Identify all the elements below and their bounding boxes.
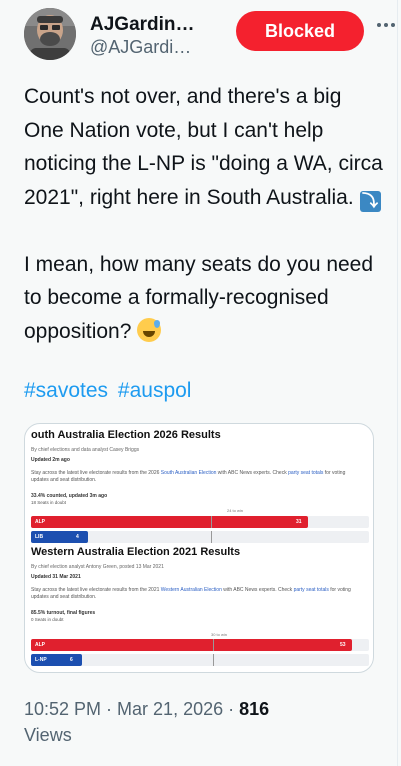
sa-bar-alp-value: 31 [296,519,302,525]
wa-seat-totals-link: party seat totals [293,587,329,593]
avatar-photo [24,8,76,60]
sweat-smile-emoji-icon [137,317,162,342]
author-name[interactable]: AJGardin… [90,14,195,36]
tweet-text-part2: I mean, how many seats do you need to be… [24,252,374,343]
wa-results-title: Western Australia Election 2021 Results [31,546,241,558]
sa-results-panel: outh Australia Election 2026 Results By … [31,424,369,543]
more-horizontal-icon[interactable] [374,14,398,38]
sa-bar-lib: LIB 4 [31,531,369,543]
sa-bar-alp: ALP 31 [31,516,369,528]
arrow-down-emoji-icon: ⤵ [359,190,381,212]
wa-byline: By chief election analyst Antony Green, … [31,564,164,570]
sa-byline: By chief elections and data analyst Case… [31,447,140,453]
blocked-button[interactable]: Blocked [236,11,364,51]
wa-bar-lnp-value: 6 [70,657,73,663]
wa-desc-text-2: with ABC News experts. Check [221,587,294,593]
sa-win-label: 24 to win [227,508,244,513]
sa-majority-line-2 [211,531,212,543]
sa-bar-alp-fill [31,516,308,528]
tweet-text-part1: Count's not over, and there's a big One … [24,85,383,209]
wa-results-panel: Western Australia Election 2021 Results … [31,546,369,666]
wa-bar-alp-fill [31,639,352,651]
views-label: Views [24,725,72,745]
sa-bar-alp-party: ALP [35,519,45,525]
tweet-footer: 10:52 PM · Mar 21, 2026 · 816 Views [24,696,384,748]
sa-updated: Updated 2m ago [31,457,70,463]
tweet-image[interactable]: outh Australia Election 2026 Results By … [24,423,374,673]
wa-bar-lnp-party: L-NP [35,657,47,663]
sa-desc-text-2: with ABC News experts. Check [216,470,289,476]
timeline-border [397,0,398,766]
hashtag-savotes[interactable]: #savotes [24,379,108,402]
sa-description: Stay across the latest live electorate r… [31,470,361,484]
views-count: 816 [239,699,270,719]
wa-bar-alp: ALP 53 [31,639,369,651]
wa-counted: 85.5% turnout, final figures [31,610,96,616]
wa-description: Stay across the latest live electorate r… [31,587,361,601]
timestamp[interactable]: 10:52 PM · Mar 21, 2026 · [24,699,239,719]
wa-majority-line [213,639,214,651]
tweet-header: AJGardin… @AJGardi… Blocked [24,4,395,64]
sa-seat-totals-link: party seat totals [288,470,324,476]
hashtag-auspol[interactable]: #auspol [118,379,192,402]
sa-doubt: 18 Seats in doubt [31,500,67,505]
hashtags: #savotes #auspol [24,374,195,407]
wa-doubt: 0 Seats in doubt [31,617,64,622]
tweet-text: Count's not over, and there's a big One … [24,80,384,348]
sa-bar-lib-value: 4 [76,534,79,540]
wa-bar-alp-party: ALP [35,642,45,648]
avatar[interactable] [24,8,76,60]
wa-desc-text: Stay across the latest live electorate r… [31,587,161,593]
wa-majority-line-2 [213,654,214,666]
sa-counted: 33.4% counted, updated 3m ago [31,493,108,499]
wa-election-link: Western Australian Election [160,587,222,593]
sa-majority-line [211,516,212,528]
wa-bar-lnp: L-NP 6 [31,654,369,666]
wa-win-label: 30 to win [211,632,228,637]
author-handle[interactable]: @AJGardi… [90,37,191,58]
sa-bar-lib-party: LIB [35,534,44,540]
sa-desc-text: Stay across the latest live electorate r… [31,470,161,476]
wa-bar-alp-value: 53 [340,642,346,648]
sa-results-title: outh Australia Election 2026 Results [31,429,221,441]
wa-updated: Updated 31 Mar 2021 [31,574,81,580]
sa-election-link: South Australian Election [160,470,217,476]
